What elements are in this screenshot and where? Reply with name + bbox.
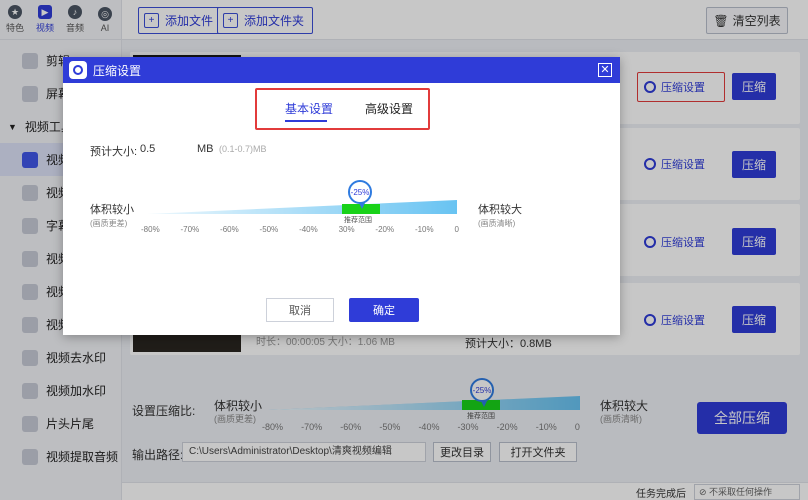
dialog-title-bar: 压缩设置 ✕	[63, 57, 620, 83]
large-size-label: 体积较大	[478, 204, 522, 216]
settings-tabs: 基本设置 高级设置	[255, 88, 430, 130]
estimate-value: 0.5	[140, 143, 156, 155]
ok-button[interactable]: 确定	[349, 298, 419, 322]
estimate-label: 预计大小:	[90, 146, 138, 158]
estimate-range: (0.1-0.7)MB	[219, 144, 267, 154]
cancel-button[interactable]: 取消	[266, 298, 334, 322]
dialog-slider-handle[interactable]: -25%	[348, 180, 372, 209]
small-size-label: 体积较小	[90, 204, 134, 216]
dialog-recommended-label: 推荐范围	[344, 217, 372, 224]
tab-advanced[interactable]: 高级设置	[365, 100, 413, 117]
active-tab-underline	[285, 120, 327, 122]
tab-basic[interactable]: 基本设置	[285, 100, 333, 117]
dialog-compression-slider[interactable]	[147, 197, 457, 217]
dialog-slider-track	[147, 200, 457, 214]
large-size-sub: (画质清晰)	[478, 219, 516, 228]
compress-settings-dialog: 压缩设置 ✕ 基本设置 高级设置 预计大小: 0.5 MB (0.1-0.7)M…	[63, 57, 620, 335]
app-logo-icon	[69, 61, 87, 79]
small-size-sub: (画质更差)	[90, 219, 128, 228]
close-icon[interactable]: ✕	[598, 63, 612, 77]
estimate-unit: MB	[197, 143, 214, 155]
dialog-slider-ticks: -80% -70% -60% -50% -40% 30% -20% -10% 0	[141, 225, 459, 234]
